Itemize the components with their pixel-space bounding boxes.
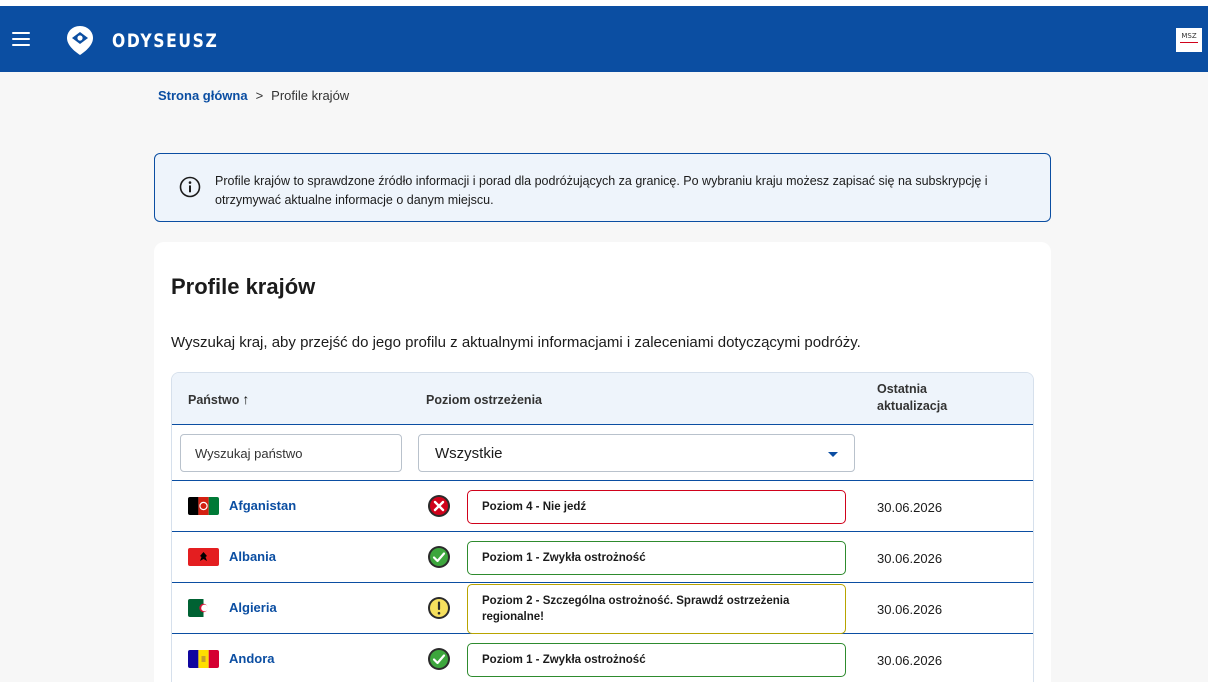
- ministry-logo-text: MSZ: [1181, 32, 1197, 40]
- countries-table: Państwo ↑ Poziom ostrzeżenia Ostatnia akt…: [171, 372, 1034, 682]
- table-row: Albania Poziom 1 - Zwykła ostrożność 30.…: [172, 532, 1033, 583]
- ministry-logo[interactable]: MSZ: [1176, 28, 1202, 52]
- info-icon: [179, 176, 201, 198]
- top-bar: ODYSEUSZ MSZ: [0, 0, 1208, 72]
- country-link[interactable]: Andora: [229, 651, 275, 666]
- page-title: Profile krajów: [171, 274, 316, 299]
- check-icon: [428, 648, 450, 670]
- flag-algeria-icon: [188, 599, 219, 617]
- chevron-down-icon: [828, 452, 838, 457]
- country-link[interactable]: Afganistan: [229, 498, 296, 513]
- info-text: Profile krajów to sprawdzone źródło info…: [215, 174, 988, 207]
- warning-level-badge: Poziom 4 - Nie jedź: [467, 490, 846, 524]
- warning-level-badge: Poziom 1 - Zwykła ostrożność: [467, 643, 846, 677]
- column-header-date-line2: aktualizacja: [877, 399, 948, 413]
- flag-albania-icon: [188, 548, 219, 566]
- column-header-country[interactable]: Państwo ↑: [188, 391, 249, 407]
- brand-name[interactable]: ODYSEUSZ: [112, 30, 218, 52]
- warning-exclamation-icon: [428, 597, 450, 619]
- warning-level-select[interactable]: Wszystkie: [418, 434, 855, 472]
- row-date: 30.06.2026: [877, 602, 943, 617]
- country-profiles-card: Profile krajów Wyszukaj kraj, aby przejś…: [154, 242, 1051, 682]
- breadcrumb: Strona główna > Profile krajów: [158, 88, 349, 103]
- column-header-country-label: Państwo: [188, 393, 240, 407]
- check-icon: [428, 546, 450, 568]
- flag-andorra-icon: [188, 650, 219, 668]
- table-row: Andora Poziom 1 - Zwykła ostrożność 30.0…: [172, 634, 1033, 682]
- row-date: 30.06.2026: [877, 551, 943, 566]
- breadcrumb-separator: >: [255, 88, 264, 103]
- column-header-date: Ostatnia aktualizacja: [877, 381, 947, 415]
- warning-level-badge: Poziom 1 - Zwykła ostrożność: [467, 541, 846, 575]
- flag-afghanistan-icon: [188, 497, 219, 515]
- sort-arrow-up-icon[interactable]: ↑: [242, 391, 249, 407]
- country-link[interactable]: Albania: [229, 549, 276, 564]
- country-search-input[interactable]: [180, 434, 402, 472]
- hamburger-icon[interactable]: [12, 32, 30, 46]
- breadcrumb-home-link[interactable]: Strona główna: [158, 88, 248, 103]
- country-link[interactable]: Algieria: [229, 600, 277, 615]
- row-date: 30.06.2026: [877, 653, 943, 668]
- filter-row: Wszystkie: [172, 425, 1033, 481]
- table-header: Państwo ↑ Poziom ostrzeżenia Ostatnia akt…: [172, 373, 1033, 425]
- column-header-level: Poziom ostrzeżenia: [426, 393, 542, 407]
- location-pin-icon[interactable]: [64, 24, 96, 56]
- warning-level-select-value: Wszystkie: [435, 445, 503, 462]
- table-row: Algieria Poziom 2 - Szczególna ostrożnoś…: [172, 583, 1033, 634]
- breadcrumb-current: Profile krajów: [271, 88, 350, 103]
- page-description: Wyszukaj kraj, aby przejść do jego profi…: [171, 334, 861, 351]
- row-date: 30.06.2026: [877, 500, 943, 515]
- info-banner: Profile krajów to sprawdzone źródło info…: [154, 153, 1051, 222]
- column-header-date-line1: Ostatnia: [877, 382, 928, 396]
- warning-level-badge: Poziom 2 - Szczególna ostrożność. Sprawd…: [467, 584, 846, 634]
- danger-x-icon: [428, 495, 450, 517]
- table-row: Afganistan Poziom 4 - Nie jedź 30.06.202…: [172, 481, 1033, 532]
